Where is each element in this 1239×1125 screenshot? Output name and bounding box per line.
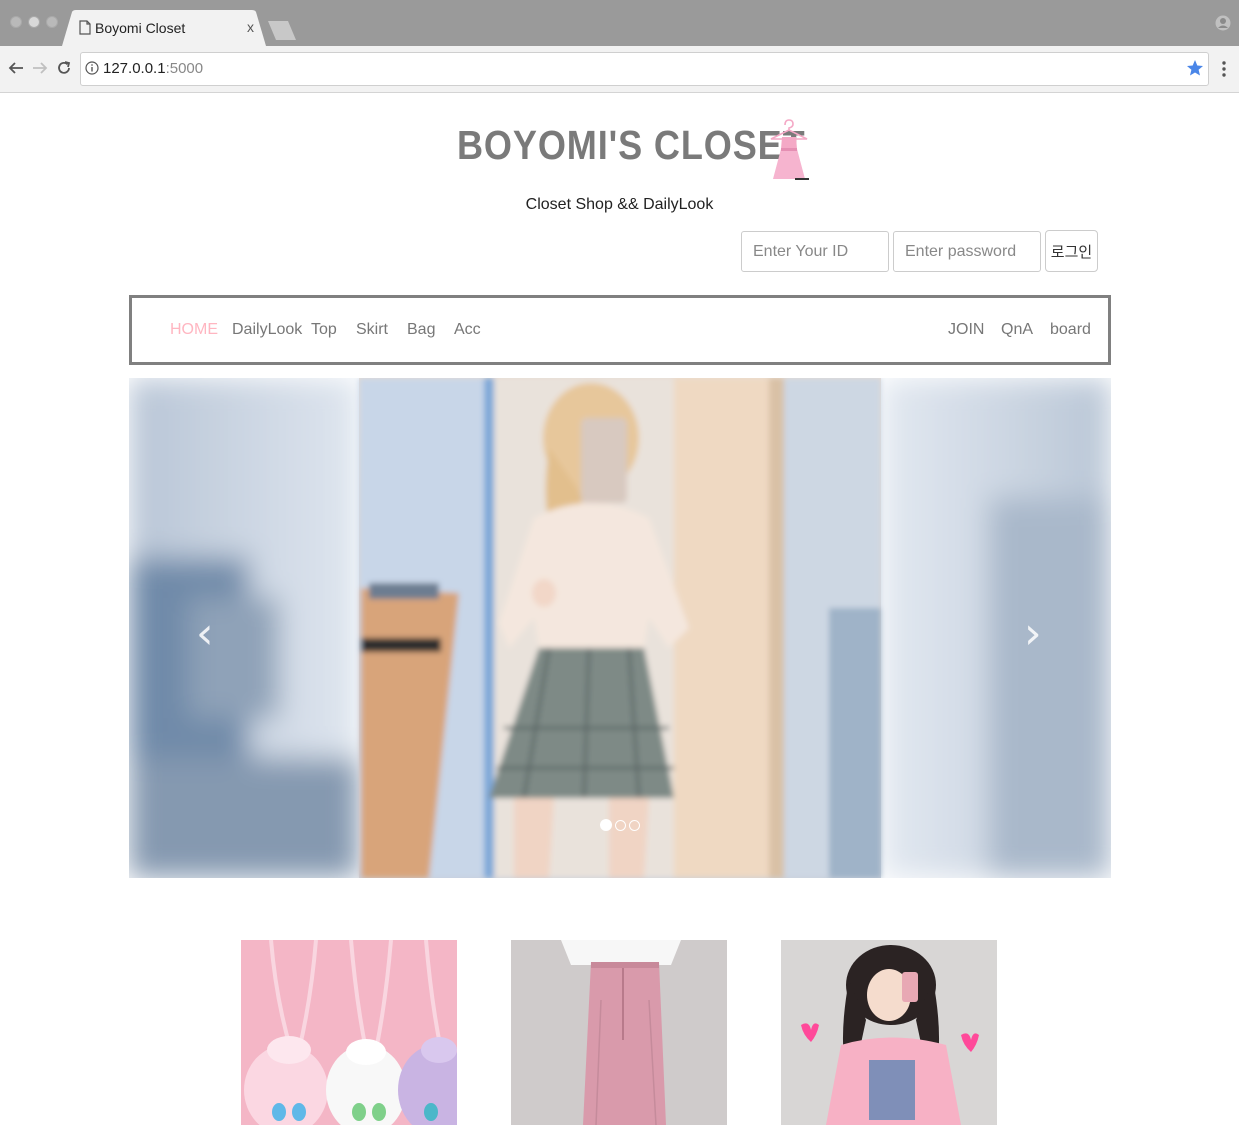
product-thumbnail-top[interactable] xyxy=(781,940,997,1125)
url-text: 127.0.0.1:5000 xyxy=(103,60,204,77)
carousel-indicator-3[interactable] xyxy=(629,820,640,831)
address-bar[interactable] xyxy=(80,52,1209,86)
new-tab-button[interactable] xyxy=(268,21,296,40)
site-subtitle: Closet Shop && DailyLook xyxy=(525,196,714,213)
carousel-slide-image xyxy=(129,378,1111,878)
logo-text: BOYOMI'S CLOSET xyxy=(457,122,806,168)
nav-skirt[interactable]: Skirt xyxy=(356,321,388,339)
profile-icon[interactable] xyxy=(1215,15,1231,31)
id-input[interactable] xyxy=(741,231,889,272)
star-icon[interactable] xyxy=(1186,59,1204,77)
nav-qna[interactable]: QnA xyxy=(1001,321,1033,339)
carousel-indicator-1[interactable] xyxy=(600,819,612,831)
product-thumbnail-bag[interactable] xyxy=(241,940,457,1125)
tab-close-button[interactable]: x xyxy=(247,19,254,35)
reload-icon[interactable] xyxy=(56,60,72,76)
forward-icon[interactable] xyxy=(32,60,48,76)
login-button[interactable]: 로그인 xyxy=(1045,230,1098,272)
product-thumbnail-skirt[interactable] xyxy=(511,940,727,1125)
menu-icon[interactable] xyxy=(1219,60,1229,78)
window-zoom-button[interactable] xyxy=(46,16,58,28)
nav-home[interactable]: HOME xyxy=(170,321,218,339)
nav-dailylook[interactable]: DailyLook xyxy=(232,321,302,339)
nav-acc[interactable]: Acc xyxy=(454,321,481,339)
window-close-button[interactable] xyxy=(10,16,22,28)
carousel-next-button[interactable]: › xyxy=(1024,612,1042,656)
info-icon[interactable] xyxy=(85,61,99,75)
carousel-indicator-2[interactable] xyxy=(615,820,626,831)
nav-board[interactable]: board xyxy=(1050,321,1091,339)
window-minimize-button[interactable] xyxy=(28,16,40,28)
carousel-prev-button[interactable]: ‹ xyxy=(196,612,214,656)
back-icon[interactable] xyxy=(8,60,24,76)
pink-sweatshirt-image xyxy=(781,940,997,1125)
nav-bag[interactable]: Bag xyxy=(407,321,435,339)
dress-hanger-icon xyxy=(770,119,809,180)
plush-bags-image xyxy=(241,940,457,1125)
nav-join[interactable]: JOIN xyxy=(948,321,984,339)
password-input[interactable] xyxy=(893,231,1041,272)
pink-skirt-image xyxy=(511,940,727,1125)
hero-carousel[interactable] xyxy=(129,378,1111,878)
nav-top[interactable]: Top xyxy=(311,321,337,339)
tab-title: Boyomi Closet xyxy=(95,20,186,36)
page-icon xyxy=(79,20,91,35)
